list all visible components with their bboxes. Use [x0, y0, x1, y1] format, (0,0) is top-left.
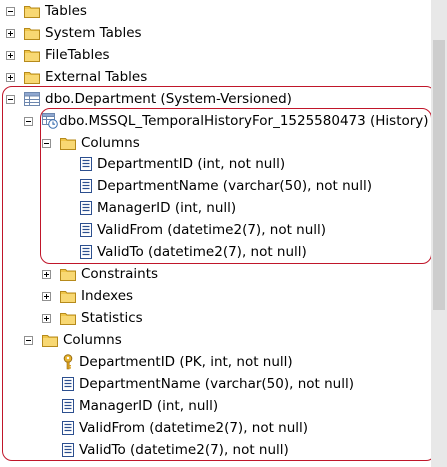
tree-node-label: ManagerID (int, null) [79, 398, 219, 414]
column-icon [62, 420, 76, 436]
tree-node-history-column[interactable]: DepartmentName (varchar(50), not null) [80, 175, 372, 197]
tree-node-column[interactable]: DepartmentID (PK, int, not null) [62, 351, 293, 373]
tree-node-label: DepartmentName (varchar(50), not null) [79, 376, 354, 392]
expand-icon[interactable] [6, 28, 24, 38]
history-table-icon [42, 113, 58, 129]
tree-node-label: ManagerID (int, null) [97, 200, 237, 216]
tree-node-label: System Tables [45, 25, 142, 41]
tree-node-system-tables[interactable]: System Tables [6, 22, 142, 44]
column-icon [62, 398, 76, 414]
folder-icon [24, 25, 42, 41]
column-icon [80, 244, 94, 260]
tree-node-external-tables[interactable]: External Tables [6, 66, 147, 88]
key-icon [62, 354, 76, 370]
tree-node-label: ValidTo (datetime2(7), not null) [79, 442, 289, 458]
tree-node-tables[interactable]: Tables [6, 0, 87, 22]
tree-node-label: Tables [45, 3, 87, 19]
tree-node-label: dbo.MSSQL_TemporalHistoryFor_1525580473 … [59, 113, 429, 129]
tree-node-label: Columns [63, 332, 122, 348]
tree-node-label: dbo.Department (System-Versioned) [45, 91, 292, 107]
collapse-icon[interactable] [6, 6, 24, 16]
tree-node-indexes[interactable]: Indexes [42, 285, 133, 307]
column-icon [80, 222, 94, 238]
table-icon [24, 91, 42, 107]
tree-node-column[interactable]: ValidFrom (datetime2(7), not null) [62, 417, 308, 439]
tree-node-label: Columns [81, 135, 140, 151]
tree-node-constraints[interactable]: Constraints [42, 263, 158, 285]
tree-node-department[interactable]: dbo.Department (System-Versioned) [6, 88, 292, 110]
tree-node-columns[interactable]: Columns [24, 329, 122, 351]
folder-icon [42, 332, 60, 348]
column-icon [62, 442, 76, 458]
tree-node-label: DepartmentID (PK, int, not null) [79, 354, 293, 370]
tree-node-column[interactable]: ManagerID (int, null) [62, 395, 218, 417]
tree-node-label: Statistics [81, 310, 143, 326]
tree-node-label: Indexes [81, 288, 134, 304]
tree-node-column[interactable]: ValidTo (datetime2(7), not null) [62, 439, 289, 461]
folder-icon [24, 69, 42, 85]
tree-node-history-column[interactable]: ManagerID (int, null) [80, 197, 236, 219]
tree-node-label: External Tables [45, 69, 148, 85]
tree-node-statistics[interactable]: Statistics [42, 307, 143, 329]
expand-icon[interactable] [6, 50, 24, 60]
column-icon [80, 178, 94, 194]
collapse-icon[interactable] [24, 116, 42, 126]
tree-node-history-column[interactable]: DepartmentID (int, not null) [80, 153, 285, 175]
tree-node-column[interactable]: DepartmentName (varchar(50), not null) [62, 373, 354, 395]
expand-icon[interactable] [42, 269, 60, 279]
tree-node-history-column[interactable]: ValidTo (datetime2(7), not null) [80, 241, 307, 263]
tree-node-label: ValidFrom (datetime2(7), not null) [79, 420, 309, 436]
folder-icon [60, 135, 78, 151]
tree-node-label: ValidTo (datetime2(7), not null) [97, 244, 307, 260]
tree-node-label: DepartmentID (int, not null) [97, 156, 286, 172]
tree-node-label: DepartmentName (varchar(50), not null) [97, 178, 372, 194]
expand-icon[interactable] [42, 291, 60, 301]
expand-icon[interactable] [42, 313, 60, 323]
column-icon [62, 376, 76, 392]
folder-icon [24, 3, 42, 19]
tree-node-filetables[interactable]: FileTables [6, 44, 110, 66]
folder-icon [60, 288, 78, 304]
expand-icon[interactable] [6, 72, 24, 82]
tree-node-history-columns[interactable]: Columns [42, 132, 140, 154]
column-icon [80, 156, 94, 172]
tree-node-label: FileTables [45, 47, 110, 63]
collapse-icon[interactable] [42, 138, 60, 148]
column-icon [80, 200, 94, 216]
tree-node-history-table[interactable]: dbo.MSSQL_TemporalHistoryFor_1525580473 … [24, 110, 429, 132]
folder-icon [24, 47, 42, 63]
folder-icon [60, 266, 78, 282]
collapse-icon[interactable] [6, 94, 24, 104]
scrollbar-thumb[interactable] [433, 40, 445, 310]
tree-node-history-column[interactable]: ValidFrom (datetime2(7), not null) [80, 219, 326, 241]
tree-node-label: ValidFrom (datetime2(7), not null) [97, 222, 327, 238]
collapse-icon[interactable] [24, 335, 42, 345]
tree-node-label: Constraints [81, 266, 159, 282]
folder-icon [60, 310, 78, 326]
